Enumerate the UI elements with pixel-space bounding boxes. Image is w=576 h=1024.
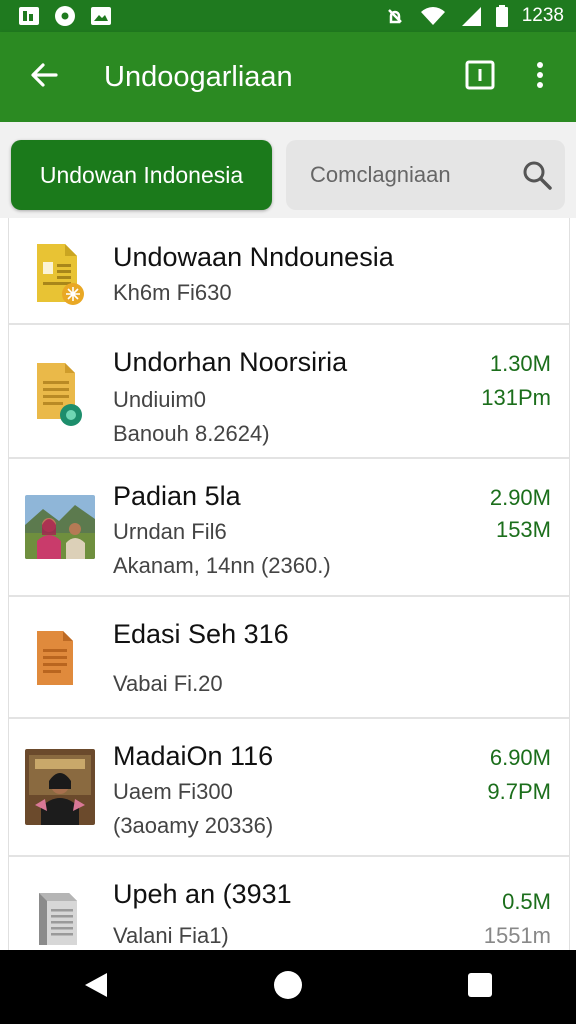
filter-row: Undowan Indonesia Comclagniaan <box>0 122 576 218</box>
list-item[interactable]: Upeh an (3931 Valani Fia1) 0.5M 1551m <box>9 857 569 950</box>
nav-home-button[interactable] <box>248 950 328 1024</box>
more-vert-icon <box>535 60 545 95</box>
nav-recents-button[interactable] <box>440 950 520 1024</box>
back-button[interactable] <box>0 32 88 122</box>
list-item[interactable]: Undorhan Noorsiria Undiuim0 Banouh 8.262… <box>9 325 569 459</box>
gray-document-icon <box>25 885 95 950</box>
search-icon[interactable] <box>509 160 565 190</box>
file-list: Undowaan Nndounesia Kh6m Fi630 Undorhan … <box>8 218 570 950</box>
nav-recents-icon <box>467 972 493 1003</box>
list-item[interactable]: Padian 5la Urndan Fil6 Akanam, 14nn (236… <box>9 459 569 597</box>
status-right: 1238 <box>384 5 564 27</box>
file-time: 153M <box>495 517 551 542</box>
nav-back-button[interactable] <box>56 950 136 1024</box>
file-title: Undorhan Noorsiria <box>113 347 348 377</box>
nav-back-icon <box>83 971 109 1004</box>
notification-dot-icon <box>54 5 76 27</box>
back-arrow-icon <box>29 60 59 95</box>
file-time: 1551m <box>483 923 551 948</box>
notification-app-icon <box>18 6 40 26</box>
file-subtitle: Urndan Fil6 <box>113 519 227 544</box>
file-title: Padian 5la <box>113 481 241 511</box>
file-date: (3aoamy 20336) <box>113 813 274 838</box>
file-subtitle: Undiuim0 <box>113 387 206 412</box>
file-size: 1.30M <box>489 351 551 376</box>
file-subtitle: Vabai Fi.20 <box>113 671 223 696</box>
file-subtitle: Valani Fia1) <box>113 923 229 948</box>
wifi-icon <box>420 6 446 26</box>
portrait-thumbnail <box>25 749 95 825</box>
status-time: 1238 <box>521 5 564 26</box>
file-subtitle: Uaem Fi300 <box>113 779 233 804</box>
battery-icon <box>495 5 508 27</box>
file-size: 2.90M <box>489 485 551 510</box>
orange-document-icon <box>25 623 95 699</box>
file-time: 131Pm <box>481 385 551 410</box>
yellow-document-icon <box>25 238 95 314</box>
file-time: 9.7PM <box>487 779 551 804</box>
search-placeholder: Comclagniaan <box>310 162 451 187</box>
file-title: Undowaan Nndounesia <box>113 242 394 272</box>
status-left <box>18 5 112 27</box>
nav-home-icon <box>273 970 303 1005</box>
app-bar: Undoogarliaan <box>0 32 576 122</box>
app-title: Undoogarliaan <box>104 60 293 93</box>
info-button[interactable] <box>450 32 510 122</box>
search-input[interactable]: Comclagniaan <box>286 140 565 210</box>
info-icon <box>465 60 495 95</box>
no-alarm-icon <box>384 5 406 27</box>
file-size: 6.90M <box>489 745 551 770</box>
yellow-document-badge-icon <box>25 355 95 431</box>
list-item[interactable]: Undowaan Nndounesia Kh6m Fi630 <box>9 218 569 325</box>
file-title: Edasi Seh 316 <box>113 619 289 649</box>
file-size: 0.5M <box>502 889 551 914</box>
file-title: MadaiOn 116 <box>113 741 274 771</box>
image-icon <box>90 6 112 26</box>
file-date: Akanam, 14nn (2360.) <box>113 553 331 578</box>
file-subtitle: Kh6m Fi630 <box>113 280 232 305</box>
list-item[interactable]: MadaiOn 116 Uaem Fi300 (3aoamy 20336) 6.… <box>9 719 569 857</box>
file-date: Banouh 8.2624) <box>113 421 270 446</box>
signal-icon <box>460 5 482 27</box>
list-item[interactable]: Edasi Seh 316 Vabai Fi.20 <box>9 597 569 719</box>
photo-thumbnail <box>25 495 95 559</box>
status-bar: 1238 <box>0 0 576 32</box>
primary-filter-button[interactable]: Undowan Indonesia <box>11 140 272 210</box>
navigation-bar <box>0 950 576 1024</box>
more-options-button[interactable] <box>510 32 570 122</box>
file-title: Upeh an (3931 <box>113 879 292 909</box>
